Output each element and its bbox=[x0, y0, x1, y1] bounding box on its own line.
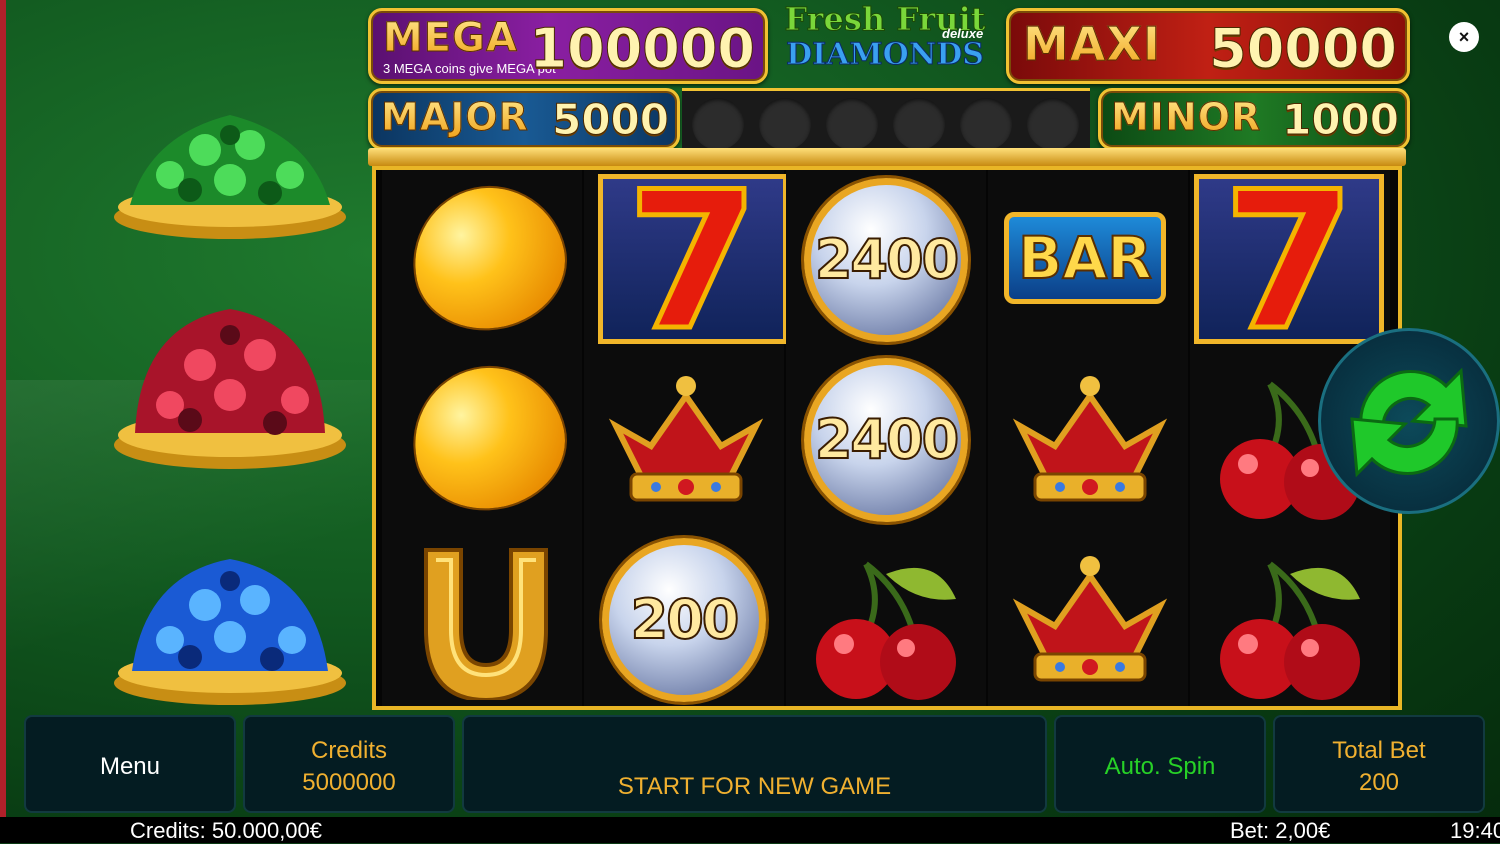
autospin-label: Auto. Spin bbox=[1104, 753, 1216, 780]
maxi-jackpot: MAXI 50000 bbox=[1006, 8, 1410, 84]
ruby-pile-icon bbox=[114, 309, 346, 469]
crown-icon bbox=[1012, 376, 1168, 502]
reel-cell: 2400 bbox=[786, 170, 986, 350]
lemon-icon bbox=[401, 353, 577, 523]
game-logo: Fresh Fruit DIAMONDS deluxe bbox=[770, 2, 1000, 80]
lemon-icon bbox=[401, 173, 577, 343]
logo-line2: DIAMONDS bbox=[786, 37, 985, 72]
sapphire-pile-icon bbox=[114, 559, 346, 705]
status-bet: Bet: 2,00€ bbox=[1230, 818, 1331, 843]
minor-jackpot-name: MINOR bbox=[1110, 95, 1262, 140]
mega-coin-tracker bbox=[682, 88, 1090, 154]
reel-2: 7 200 bbox=[584, 164, 788, 706]
reel-cell: 2400 bbox=[786, 350, 986, 530]
value-coin: 200 bbox=[602, 538, 766, 702]
credits-label: Credits bbox=[310, 737, 388, 764]
reel-cell bbox=[786, 530, 986, 710]
cherry-icon bbox=[1220, 561, 1360, 700]
value-coin: 2400 bbox=[804, 358, 968, 522]
mega-jackpot: MEGA 3 MEGA coins give MEGA pot 100000 bbox=[368, 8, 768, 84]
coin-slot bbox=[692, 98, 744, 150]
reel-cell: 7 bbox=[1190, 164, 1390, 359]
reel-cell: 200 bbox=[584, 530, 784, 710]
total-bet-label: Total Bet bbox=[1332, 737, 1426, 764]
message-panel: START FOR NEW GAME bbox=[462, 715, 1047, 813]
spin-button[interactable] bbox=[1318, 328, 1500, 514]
coin-slot bbox=[759, 98, 811, 150]
coin-slot bbox=[893, 98, 945, 150]
autospin-button[interactable]: Auto. Spin bbox=[1054, 715, 1266, 813]
logo-tag: deluxe bbox=[942, 26, 984, 41]
major-jackpot-name: MAJOR bbox=[381, 95, 529, 140]
cherry-icon bbox=[816, 561, 956, 700]
coin-slot bbox=[826, 98, 878, 150]
status-bar: Credits: 50.000,00€ Bet: 2,00€ 19:40 bbox=[0, 817, 1500, 843]
crown-icon bbox=[608, 376, 764, 502]
close-button[interactable]: × bbox=[1449, 22, 1479, 52]
status-credits: Credits: 50.000,00€ bbox=[130, 818, 323, 843]
menu-button[interactable]: Menu bbox=[24, 715, 236, 813]
reel-cell bbox=[382, 170, 582, 350]
left-border bbox=[0, 0, 6, 843]
bar-icon: BAR bbox=[1004, 212, 1166, 304]
coin-slot bbox=[1027, 98, 1079, 150]
reel-cell: BAR bbox=[988, 170, 1188, 350]
reel-1 bbox=[382, 170, 582, 706]
credits-panel: Credits 5000000 bbox=[243, 715, 455, 813]
reel-cell: 7 bbox=[584, 164, 788, 359]
reel-cell bbox=[988, 530, 1188, 710]
emerald-pile-icon bbox=[114, 115, 346, 239]
minor-jackpot-value: 1000 bbox=[1282, 95, 1400, 145]
spin-arrows-icon bbox=[1350, 367, 1468, 478]
major-jackpot: MAJOR 5000 bbox=[368, 88, 680, 150]
reel-3: 2400 2400 bbox=[786, 170, 986, 706]
reel-grid: 7 200 2400 2400 BAR 7 bbox=[372, 164, 1402, 710]
horseshoe-icon bbox=[424, 548, 548, 700]
game-message: START FOR NEW GAME bbox=[617, 773, 892, 800]
reel-cell bbox=[988, 350, 1188, 530]
reel-cell bbox=[1190, 530, 1390, 710]
minor-jackpot: MINOR 1000 bbox=[1098, 88, 1410, 150]
seven-icon: 7 bbox=[1194, 164, 1384, 359]
reel-4: BAR bbox=[988, 170, 1188, 706]
mega-jackpot-value: 100000 bbox=[529, 17, 755, 81]
maxi-jackpot-value: 50000 bbox=[1209, 17, 1398, 81]
reel-cell bbox=[382, 350, 582, 530]
total-bet-value: 200 bbox=[1358, 769, 1400, 796]
status-time: 19:40 bbox=[1450, 818, 1500, 843]
major-jackpot-value: 5000 bbox=[552, 95, 670, 145]
crown-icon bbox=[1012, 556, 1168, 682]
coin-slot bbox=[960, 98, 1012, 150]
credits-value: 5000000 bbox=[302, 769, 396, 796]
value-coin: 2400 bbox=[804, 178, 968, 342]
seven-icon: 7 bbox=[598, 164, 788, 359]
total-bet-button[interactable]: Total Bet 200 bbox=[1273, 715, 1485, 813]
reel-cell bbox=[382, 530, 582, 710]
menu-label: Menu bbox=[99, 753, 161, 780]
maxi-jackpot-name: MAXI bbox=[1023, 17, 1161, 72]
mega-jackpot-name: MEGA bbox=[383, 15, 518, 62]
reel-cell bbox=[584, 350, 784, 530]
